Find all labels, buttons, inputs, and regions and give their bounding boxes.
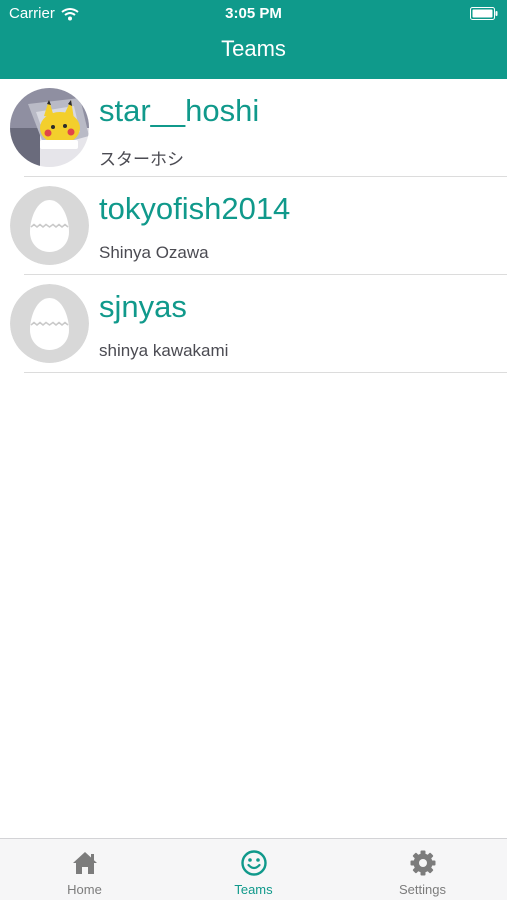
egg-placeholder-icon [10,186,89,265]
team-username: tokyofish2014 [99,191,291,226]
tab-settings-label: Settings [399,882,446,897]
team-display-name: スターホシ [99,150,184,169]
status-time: 3:05 PM [225,5,282,22]
tab-bar: Home Teams Settings [0,838,507,900]
tab-home-label: Home [67,882,102,897]
team-username: sjnyas [99,289,187,324]
teams-list: star__hoshi スターホシ tokyofish2014 Shinya O… [0,79,507,373]
egg-placeholder-icon [10,284,89,363]
tab-teams[interactable]: Teams [169,839,338,900]
team-display-name: shinya kawakami [99,341,229,360]
team-row[interactable]: star__hoshi スターホシ [0,79,507,177]
navigation-header: Carrier 3:05 PM Teams [0,0,507,79]
team-username: star__hoshi [99,93,260,128]
team-row[interactable]: sjnyas shinya kawakami [0,275,507,373]
team-display-name: Shinya Ozawa [99,243,209,262]
battery-icon [470,7,498,20]
photo-avatar-icon [10,88,89,167]
page-title: Teams [221,36,286,61]
tab-settings[interactable]: Settings [338,839,507,900]
home-icon [71,849,99,877]
gear-icon [409,849,437,877]
row-divider [24,372,507,373]
tab-teams-label: Teams [234,882,273,897]
tab-home[interactable]: Home [0,839,169,900]
smiley-icon [240,849,268,877]
team-row[interactable]: tokyofish2014 Shinya Ozawa [0,177,507,275]
status-bar: Carrier 3:05 PM [0,0,507,28]
